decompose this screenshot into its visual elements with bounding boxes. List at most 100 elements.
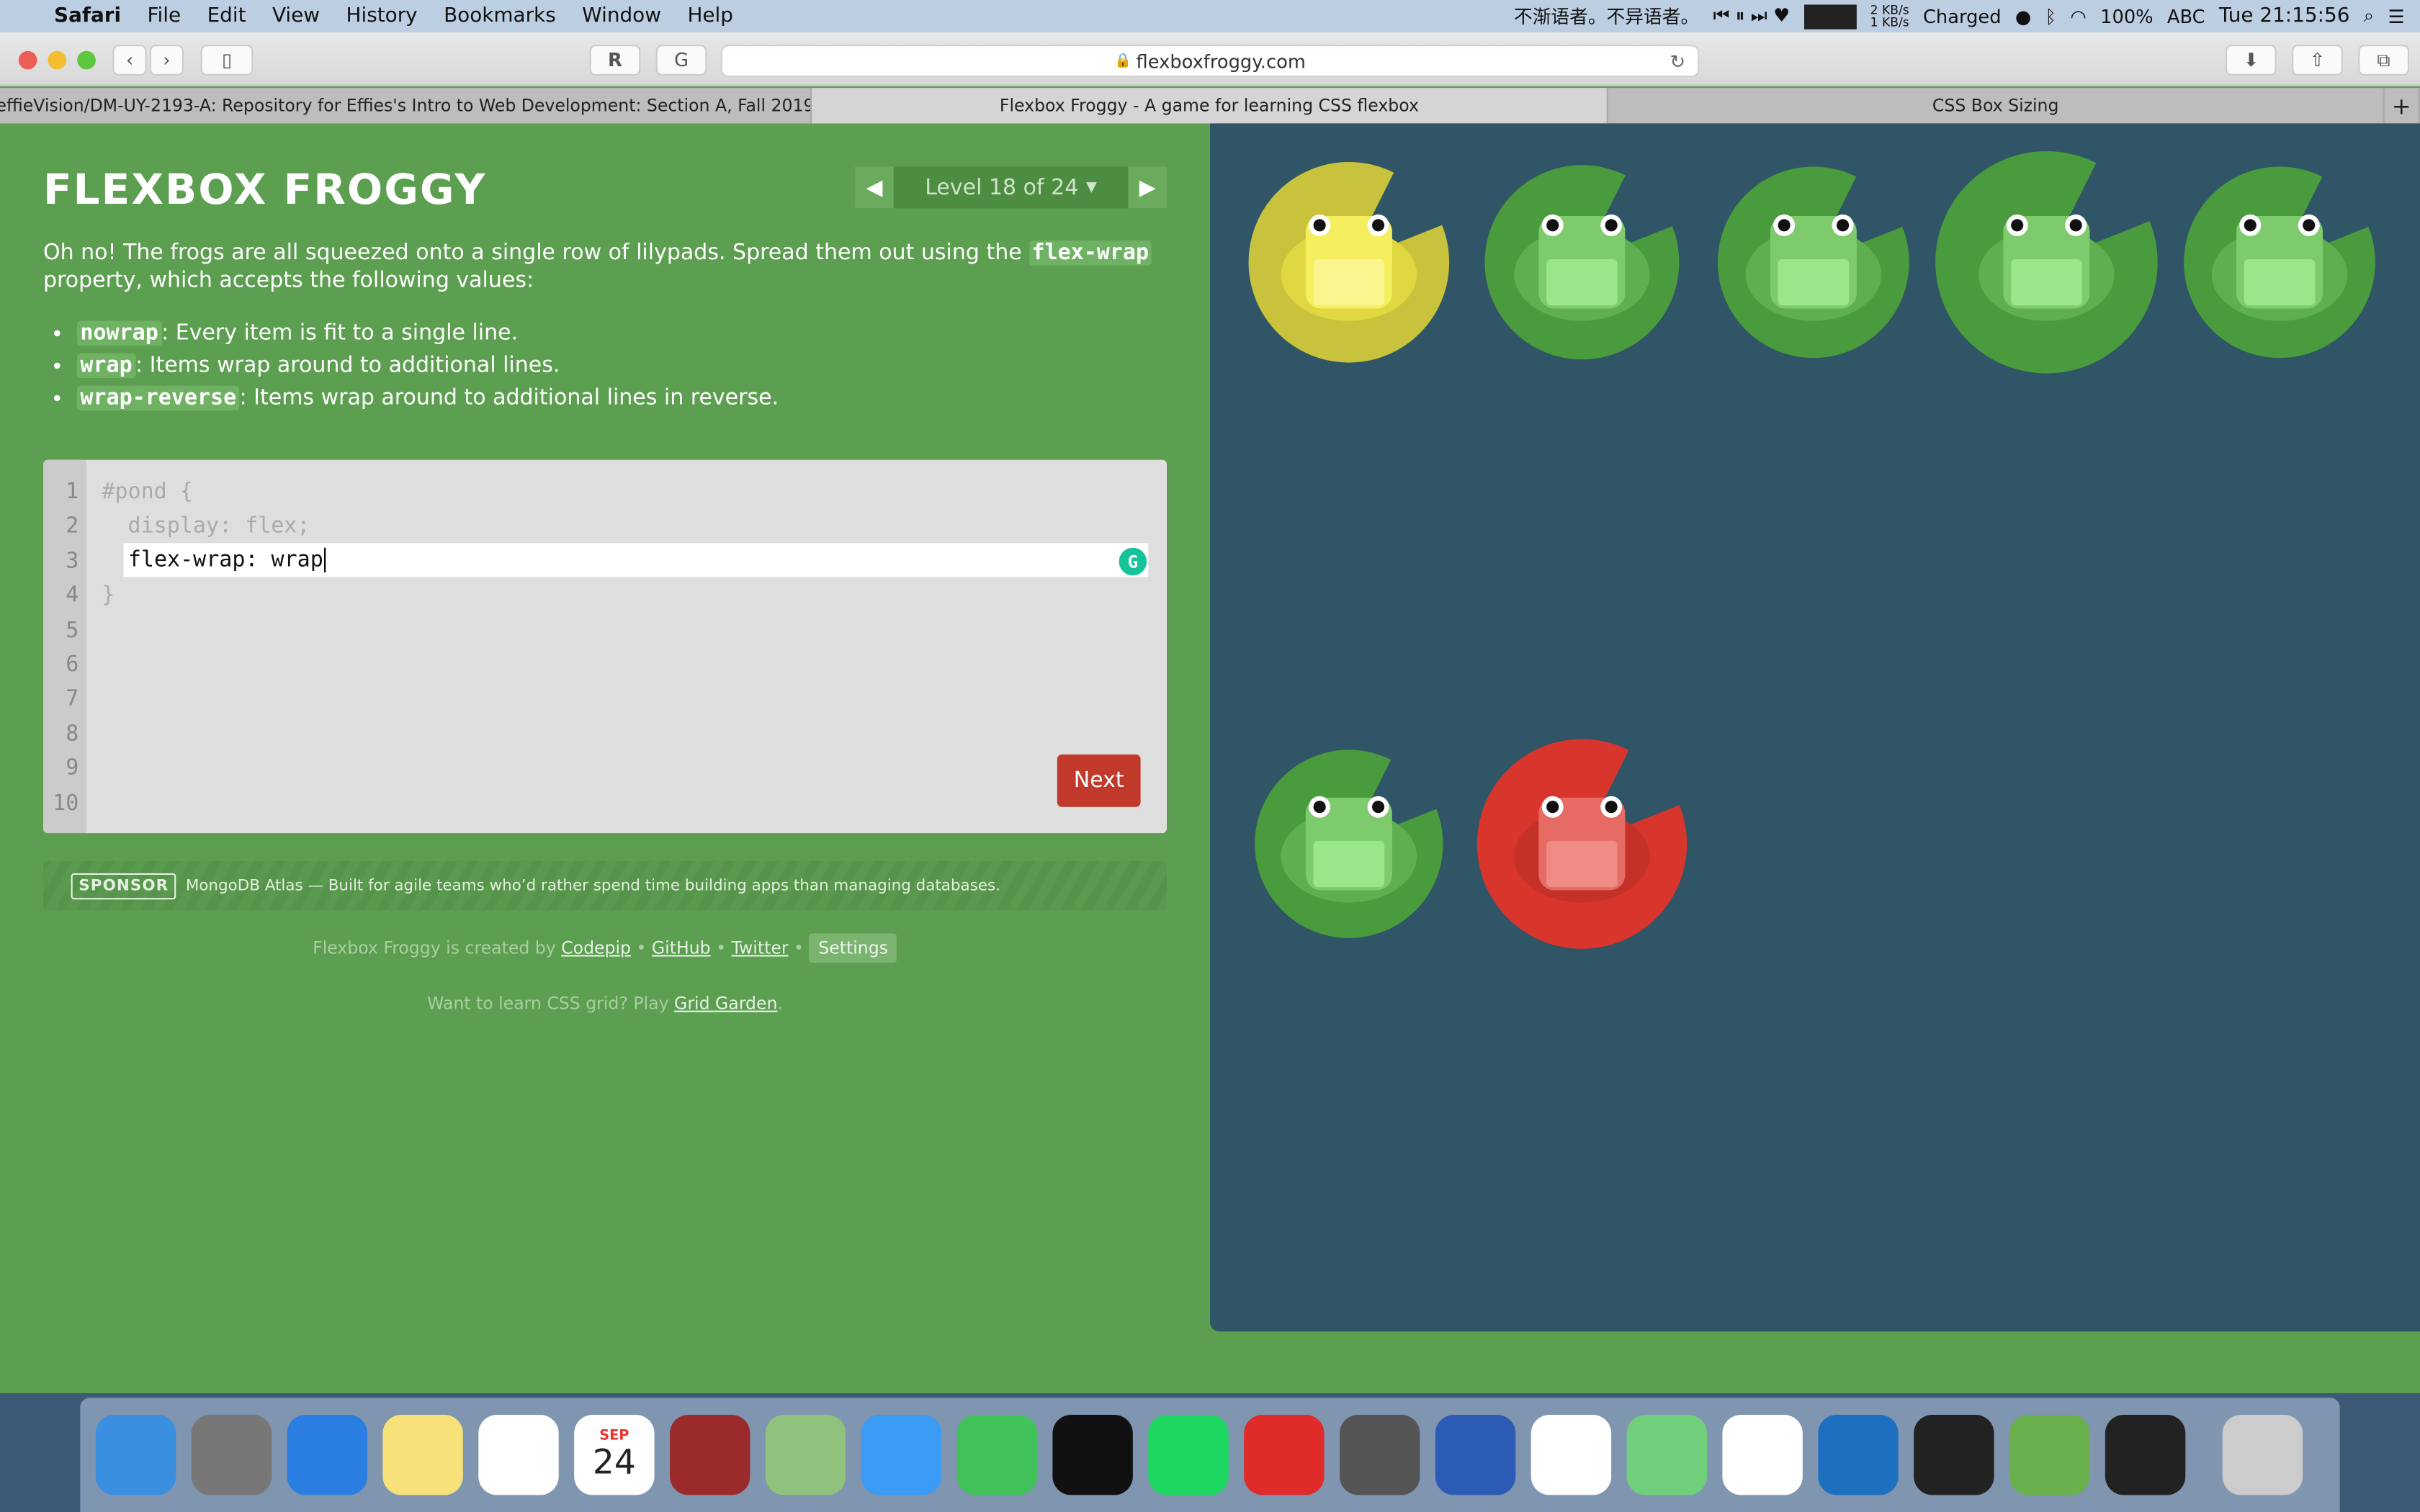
cpu-meter-icon: [1803, 4, 1857, 29]
wechat-icon[interactable]: ●: [2015, 6, 2031, 27]
menu-bookmarks[interactable]: Bookmarks: [444, 4, 556, 27]
value-item: wrap-reverse: Items wrap around to addit…: [77, 384, 1170, 413]
caret-down-icon: ▼: [1086, 179, 1097, 196]
back-button[interactable]: ‹: [112, 45, 147, 76]
dock-popclip-icon[interactable]: [2105, 1414, 2186, 1495]
dock-word-icon[interactable]: [1435, 1414, 1516, 1495]
red-frog-on-lilypad: [1476, 739, 1688, 949]
codepip-link[interactable]: Codepip: [561, 938, 631, 958]
readkit-extension-icon[interactable]: R: [589, 45, 641, 76]
clock[interactable]: Tue 21:15:56: [2219, 4, 2350, 27]
bluetooth-icon[interactable]: ᛒ: [2045, 6, 2056, 27]
dock: SEP 24: [80, 1398, 2340, 1512]
next-level-button[interactable]: ▶: [1128, 166, 1167, 209]
grammarly-icon[interactable]: G: [1119, 547, 1147, 576]
dock-terminal-icon[interactable]: [1914, 1414, 1994, 1495]
sponsor-banner[interactable]: SPONSOR MongoDB Atlas — Built for agile …: [43, 860, 1167, 911]
code-editor: 1 2 3 4 5 6 7 8 9 10 #pond { display: flex; } fle…: [43, 459, 1167, 834]
code-line: display: flex;: [102, 514, 310, 539]
dock-spotify-icon[interactable]: [1148, 1414, 1229, 1495]
dock-calendar-icon[interactable]: SEP 24: [574, 1414, 655, 1495]
value-item: wrap: Items wrap around to additional li…: [77, 352, 1170, 380]
green-frog-on-lilypad: [1255, 750, 1443, 938]
reload-icon[interactable]: ↻: [1670, 50, 1685, 72]
dock-maps-icon[interactable]: [765, 1414, 846, 1495]
lyrics-text: 不渐语者。不异语者。: [1513, 6, 1700, 28]
dock-reminders-icon[interactable]: [478, 1414, 559, 1495]
dock-atom-icon[interactable]: [1626, 1414, 1707, 1495]
menu-history[interactable]: History: [346, 4, 418, 27]
dock-trash-icon[interactable]: [2222, 1414, 2303, 1495]
line-numbers: 1 2 3 4 5 6 7 8 9 10: [43, 459, 86, 834]
input-source[interactable]: ABC: [2167, 6, 2205, 27]
property-code: flex-wrap: [1028, 240, 1152, 266]
dock-system-preferences-icon[interactable]: [1340, 1414, 1420, 1495]
wifi-icon[interactable]: ◠: [2070, 6, 2086, 27]
grid-garden-link[interactable]: Grid Garden: [674, 994, 777, 1014]
value-code: wrap-reverse: [77, 385, 240, 410]
sponsor-text[interactable]: MongoDB Atlas — Built for agile teams wh…: [186, 877, 1000, 894]
sidebar-icon[interactable]: ▯: [200, 45, 254, 76]
address-bar[interactable]: 🔒 flexboxfroggy.com ↻: [720, 45, 1700, 78]
yellow-frog-on-lilypad: [1248, 162, 1450, 363]
code-line: #pond {: [102, 480, 193, 505]
tab-flexbox-froggy[interactable]: Flexbox Froggy - A game for learning CSS…: [812, 88, 1608, 124]
value-code: wrap: [77, 353, 135, 378]
tab-bar: effieVision/DM-UY-2193-A: Repository for…: [0, 88, 2420, 124]
level-dropdown[interactable]: Level 18 of 24 ▼: [894, 166, 1129, 208]
menu-view[interactable]: View: [272, 4, 320, 27]
tab-github-repo[interactable]: effieVision/DM-UY-2193-A: Repository for…: [0, 88, 812, 124]
dock-slack-icon[interactable]: [1722, 1414, 1803, 1495]
menu-edit[interactable]: Edit: [207, 4, 246, 27]
spotlight-icon[interactable]: ⌕: [2364, 4, 2374, 27]
zoom-window-button[interactable]: [77, 50, 96, 70]
green-frog-on-lilypad: [2184, 166, 2375, 359]
css-input[interactable]: flex-wrap: wrap: [123, 543, 1149, 577]
next-button[interactable]: Next: [1057, 754, 1141, 807]
network-speed: 2 KB/s 1 KB/s: [1870, 2, 1909, 29]
tabs-overview-icon[interactable]: ⧉: [2358, 45, 2409, 76]
menu-bar: Safari File Edit View History Bookmarks …: [0, 0, 2420, 32]
twitter-link[interactable]: Twitter: [732, 938, 789, 958]
dock-messages-icon[interactable]: [861, 1414, 942, 1495]
value-code: nowrap: [77, 320, 162, 346]
close-window-button[interactable]: [18, 50, 37, 70]
battery-percent[interactable]: 100%: [2100, 6, 2154, 27]
value-item: nowrap: Every item is fit to a single li…: [77, 320, 1170, 348]
dock-qq-icon[interactable]: [1052, 1414, 1133, 1495]
menu-app-safari[interactable]: Safari: [54, 4, 121, 27]
menu-window[interactable]: Window: [582, 4, 661, 27]
grammarly-extension-icon[interactable]: G: [655, 45, 707, 76]
menu-help[interactable]: Help: [687, 4, 733, 27]
previous-level-button[interactable]: ◀: [855, 166, 894, 209]
settings-button[interactable]: Settings: [809, 933, 897, 963]
dock-launchpad-icon[interactable]: [191, 1414, 272, 1495]
menu-file[interactable]: File: [148, 4, 182, 27]
media-controls-icon[interactable]: ⏮ ⏸ ⏭ ♥: [1713, 4, 1790, 27]
page-title: FLEXBOX FROGGY: [43, 166, 487, 215]
forward-button[interactable]: ›: [149, 45, 184, 76]
dock-wechat-icon[interactable]: [956, 1414, 1037, 1495]
new-tab-button[interactable]: +: [2385, 88, 2420, 124]
dock-notes-icon[interactable]: [382, 1414, 463, 1495]
dock-trello-icon[interactable]: [1818, 1414, 1899, 1495]
share-icon[interactable]: ⇧: [2292, 45, 2343, 76]
level-label: Level 18 of 24: [925, 175, 1079, 200]
code-line: }: [102, 583, 115, 608]
downloads-icon[interactable]: ⬇: [2226, 45, 2277, 76]
control-center-icon[interactable]: ☰: [2388, 6, 2405, 27]
github-link[interactable]: GitHub: [652, 938, 711, 958]
grid-garden-promo: Want to learn CSS grid? Play Grid Garden…: [427, 994, 783, 1014]
instructions: Oh no! The frogs are all squeezed onto a…: [43, 239, 1170, 416]
dock-sublime-merge-icon[interactable]: [2009, 1414, 2090, 1495]
battery-status[interactable]: Charged: [1923, 6, 2002, 27]
dock-netease-music-icon[interactable]: [1244, 1414, 1325, 1495]
dock-chrome-icon[interactable]: [1531, 1414, 1612, 1495]
dock-dictionary-icon[interactable]: [670, 1414, 750, 1495]
instructions-text-end: property, which accepts the following va…: [43, 268, 534, 294]
value-desc: : Every item is fit to a single line.: [161, 320, 519, 346]
dock-finder-icon[interactable]: [95, 1414, 176, 1495]
minimize-window-button[interactable]: [48, 50, 67, 70]
tab-css-box-sizing[interactable]: CSS Box Sizing: [1608, 88, 2385, 124]
dock-safari-icon[interactable]: [287, 1414, 367, 1495]
